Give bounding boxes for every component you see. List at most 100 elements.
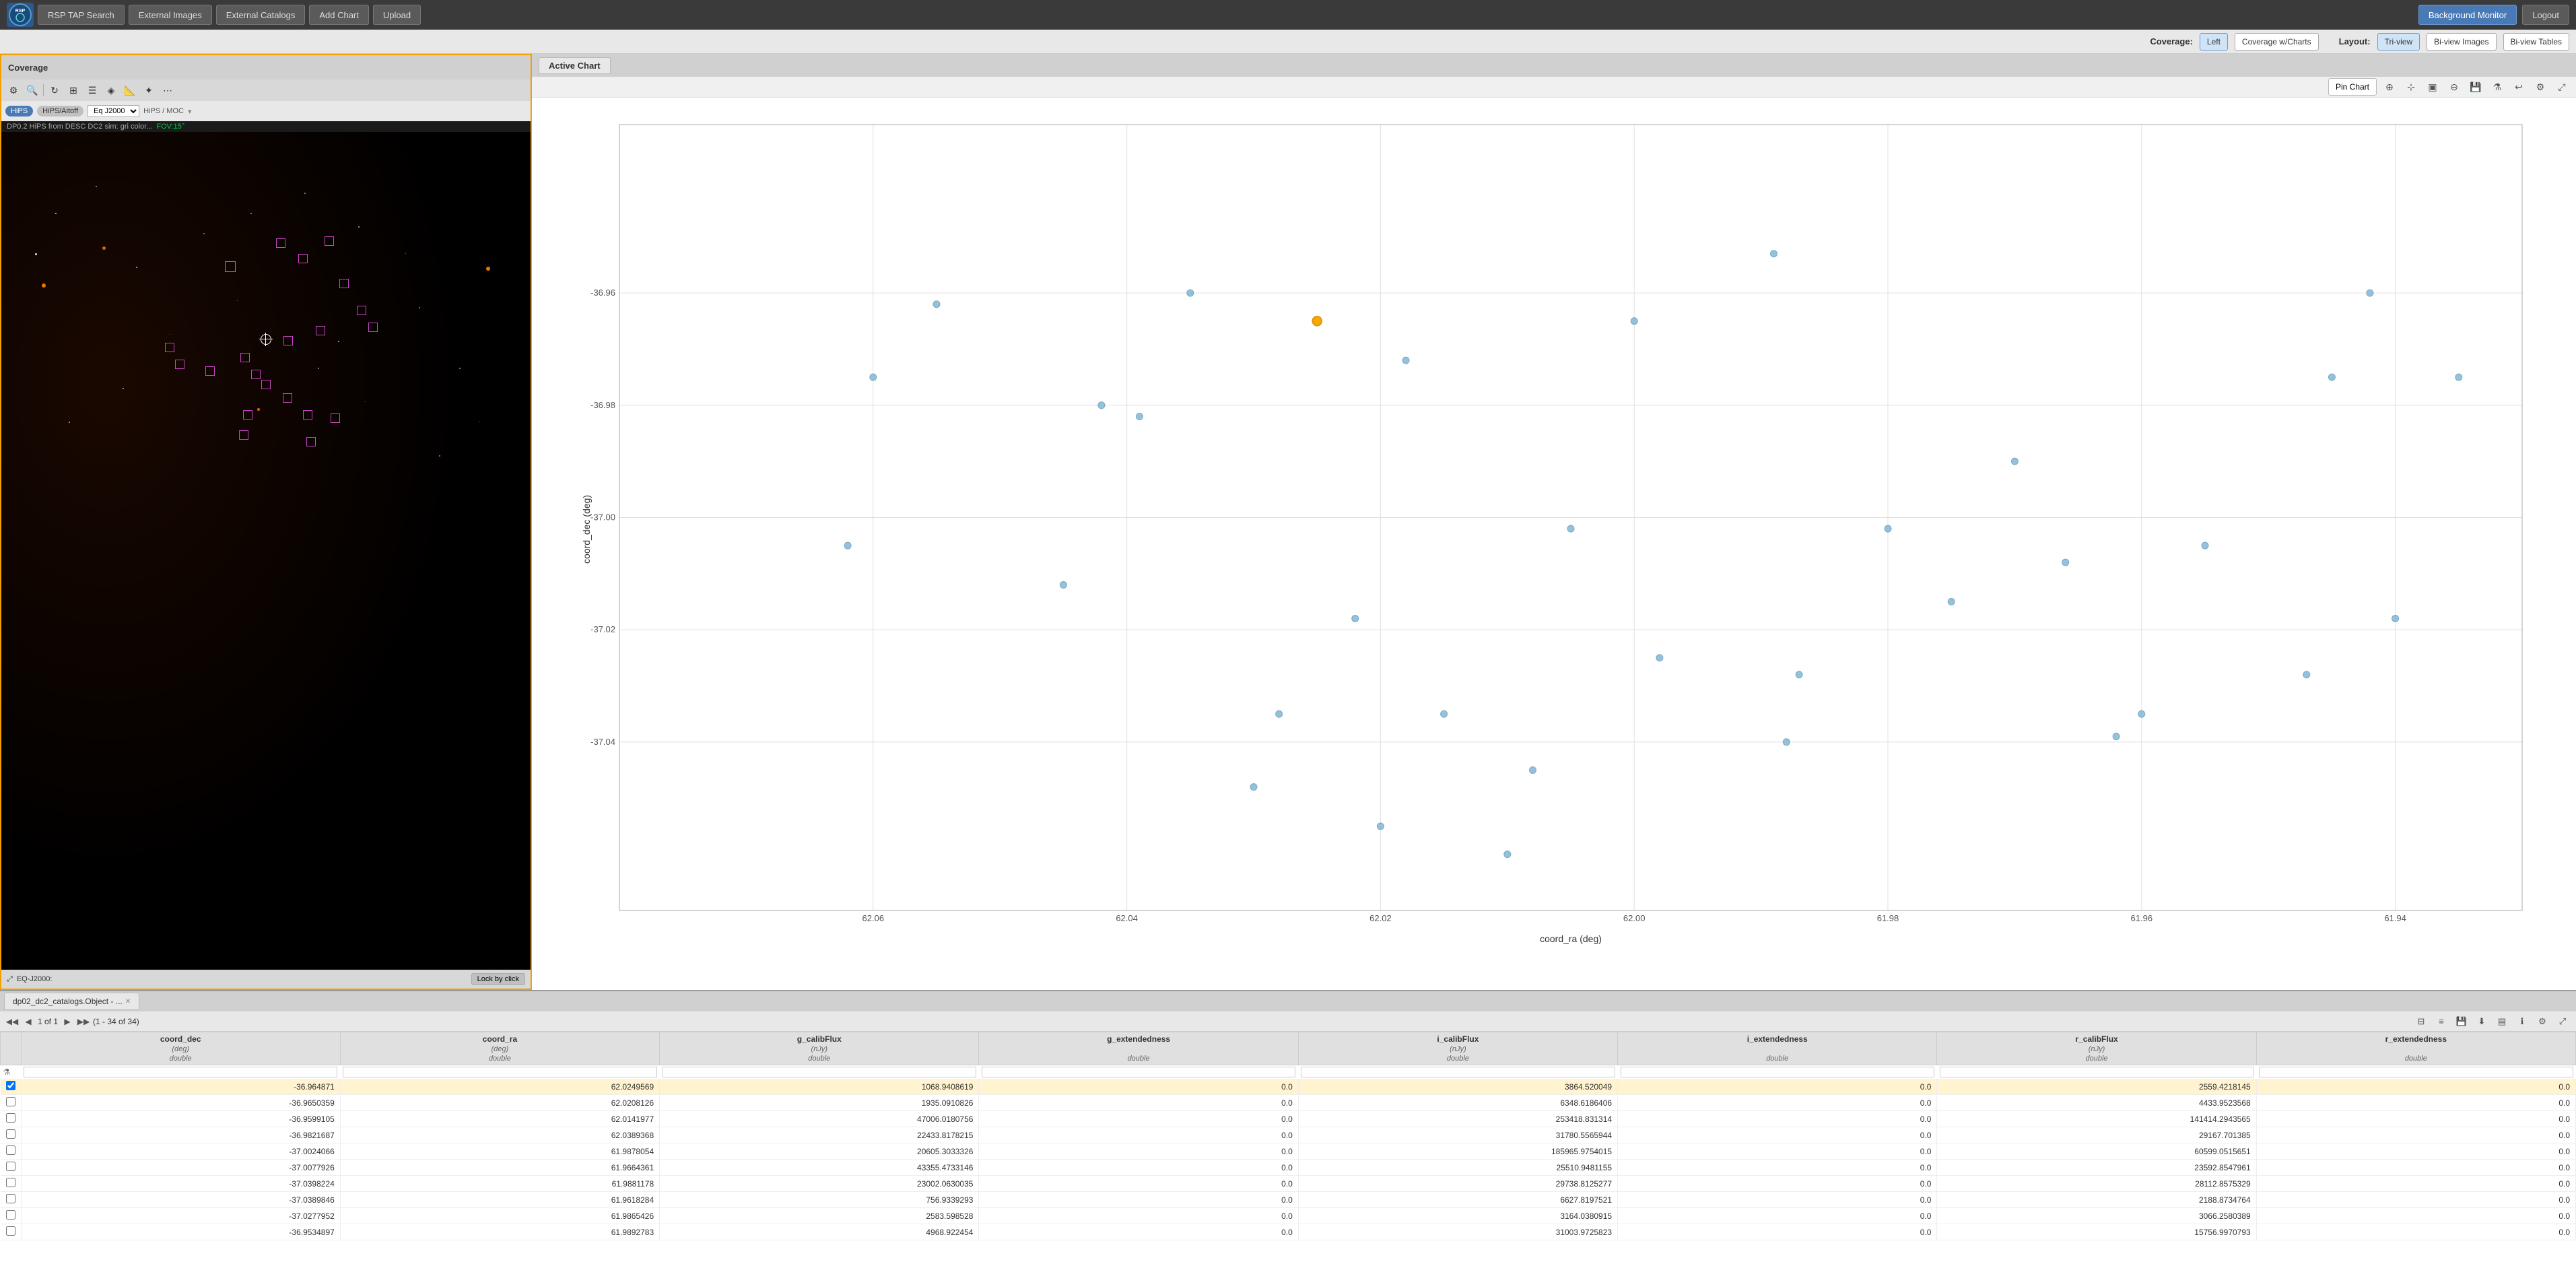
- last-page-button[interactable]: ▶▶: [77, 1015, 90, 1028]
- i-extendedness-header[interactable]: i_extendednessdouble: [1618, 1032, 1937, 1065]
- crop-icon[interactable]: ▣: [2424, 78, 2441, 96]
- table-row[interactable]: -36.9599105 62.0141977 47006.0180756 0.0…: [1, 1111, 2576, 1127]
- hips-toolbar: HiPS HiPS/Aitoff Eq J2000 HiPS / MOC ▾: [1, 101, 531, 121]
- row-checkbox[interactable]: [6, 1097, 15, 1106]
- coord-ra-header[interactable]: coord_ra(deg)double: [340, 1032, 659, 1065]
- app-logo: RSP: [7, 3, 34, 27]
- coord-display: EQ-J2000:: [17, 975, 53, 983]
- table-settings-icon[interactable]: ⚙: [2534, 1013, 2550, 1030]
- rsp-tap-search-button[interactable]: RSP TAP Search: [38, 5, 125, 25]
- crosshair-icon[interactable]: ⊹: [2402, 78, 2420, 96]
- coord-select[interactable]: Eq J2000: [88, 105, 139, 117]
- external-images-button[interactable]: External Images: [129, 5, 212, 25]
- table-filter-icon[interactable]: ⊟: [2413, 1013, 2429, 1030]
- wrench-icon-btn[interactable]: ⚙: [5, 82, 22, 98]
- top-toolbar: RSP RSP TAP Search External Images Exter…: [0, 0, 2576, 30]
- table-download-icon[interactable]: ⬇: [2474, 1013, 2490, 1030]
- table-tab-label: dp02_dc2_catalogs.Object - ...: [13, 997, 123, 1006]
- pin-chart-button[interactable]: Pin Chart: [2328, 78, 2377, 96]
- g-calibflux-header[interactable]: g_calibFlux(nJy)double: [660, 1032, 979, 1065]
- layout-biview-images-button[interactable]: Bi-view Images: [2427, 33, 2496, 51]
- table-save-icon[interactable]: 💾: [2453, 1013, 2470, 1030]
- r-calibflux-filter[interactable]: [1940, 1067, 2253, 1077]
- svg-text:coord_dec (deg): coord_dec (deg): [581, 495, 592, 564]
- table-row[interactable]: -36.9650359 62.0208126 1935.0910826 0.0 …: [1, 1095, 2576, 1111]
- row-checkbox[interactable]: [6, 1162, 15, 1171]
- row-checkbox[interactable]: [6, 1129, 15, 1139]
- i-ext-filter[interactable]: [1621, 1067, 1934, 1077]
- zoom-icon-btn[interactable]: 🔍: [24, 82, 40, 98]
- expand-chart-icon[interactable]: ⤢: [2553, 78, 2571, 96]
- row-checkbox[interactable]: [6, 1194, 15, 1203]
- svg-text:62.00: 62.00: [1623, 913, 1646, 923]
- table-info-icon[interactable]: ℹ: [2514, 1013, 2530, 1030]
- table-tab[interactable]: dp02_dc2_catalogs.Object - ... ✕: [4, 993, 139, 1010]
- more-icon-btn[interactable]: ⋯: [160, 82, 176, 98]
- table-row[interactable]: -37.0277952 61.9865426 2583.598528 0.0 3…: [1, 1208, 2576, 1224]
- row-checkbox[interactable]: [6, 1081, 15, 1090]
- table-tab-close[interactable]: ✕: [125, 998, 131, 1005]
- r-calibflux-header[interactable]: r_calibFlux(nJy)double: [1937, 1032, 2256, 1065]
- table-row[interactable]: -37.0077926 61.9664361 43355.4733146 0.0…: [1, 1160, 2576, 1176]
- svg-text:RSP: RSP: [15, 9, 26, 13]
- row-checkbox[interactable]: [6, 1210, 15, 1220]
- row-checkbox[interactable]: [6, 1226, 15, 1236]
- coverage-left-button[interactable]: Left: [2200, 33, 2228, 51]
- g-ext-filter[interactable]: [982, 1067, 1295, 1077]
- coord-dec-header[interactable]: coord_dec(deg)double: [21, 1032, 340, 1065]
- lock-by-click-button[interactable]: Lock by click: [471, 973, 525, 985]
- expand-icon[interactable]: ⤢: [7, 975, 13, 984]
- table-row[interactable]: -36.9821687 62.0389368 22433.8178215 0.0…: [1, 1127, 2576, 1143]
- table-row[interactable]: -36.9534897 61.9892783 4968.922454 0.0 3…: [1, 1224, 2576, 1240]
- layout-triview-button[interactable]: Tri-view: [2377, 33, 2420, 51]
- g-calibflux-filter[interactable]: [663, 1067, 976, 1077]
- add-chart-button[interactable]: Add Chart: [309, 5, 369, 25]
- settings-chart-icon[interactable]: ⚙: [2532, 78, 2549, 96]
- table-row[interactable]: -36.964871 62.0249569 1068.9408619 0.0 3…: [1, 1079, 2576, 1095]
- grid-icon-btn[interactable]: ⊞: [65, 82, 81, 98]
- hips-aitoff-button[interactable]: HiPS/Aitoff: [37, 106, 83, 116]
- first-page-button[interactable]: ◀◀: [5, 1015, 19, 1028]
- zoom-plus-icon[interactable]: ⊕: [2381, 78, 2398, 96]
- active-chart-tab[interactable]: Active Chart: [539, 57, 611, 74]
- i-calibflux-filter[interactable]: [1301, 1067, 1615, 1077]
- r-extendedness-header[interactable]: r_extendednessdouble: [2256, 1032, 2575, 1065]
- row-checkbox[interactable]: [6, 1178, 15, 1187]
- hips-button[interactable]: HiPS: [5, 106, 33, 116]
- table-row[interactable]: -37.0389846 61.9618284 756.9339293 0.0 6…: [1, 1192, 2576, 1208]
- chart-panel: Active Chart Pin Chart ⊕ ⊹ ▣ ⊖ 💾 ⚗ ↩ ⚙ ⤢…: [532, 54, 2576, 990]
- catalog-icon-btn[interactable]: ◈: [103, 82, 119, 98]
- row-checkbox[interactable]: [6, 1113, 15, 1123]
- table-expand-icon[interactable]: ⤢: [2554, 1013, 2571, 1030]
- save-icon[interactable]: 💾: [2467, 78, 2484, 96]
- table-column-icon[interactable]: ≡: [2433, 1013, 2449, 1030]
- sky-image-area[interactable]: [1, 132, 531, 970]
- second-toolbar: Coverage: Left Coverage w/Charts Layout:…: [0, 30, 2576, 54]
- table-row[interactable]: -37.0024066 61.9878054 20605.3033326 0.0…: [1, 1143, 2576, 1160]
- undo-icon[interactable]: ↩: [2510, 78, 2528, 96]
- svg-text:-37.00: -37.00: [590, 512, 615, 523]
- external-catalogs-button[interactable]: External Catalogs: [216, 5, 306, 25]
- i-calibflux-header[interactable]: i_calibFlux(nJy)double: [1298, 1032, 1617, 1065]
- prev-page-button[interactable]: ◀: [22, 1015, 35, 1028]
- measure-icon-btn[interactable]: 📐: [122, 82, 138, 98]
- table-text-icon[interactable]: ▤: [2494, 1013, 2510, 1030]
- upload-button[interactable]: Upload: [373, 5, 421, 25]
- row-checkbox[interactable]: [6, 1145, 15, 1155]
- g-extendedness-header[interactable]: g_extendednessdouble: [979, 1032, 1298, 1065]
- r-ext-filter[interactable]: [2259, 1067, 2573, 1077]
- layers-icon-btn[interactable]: ☰: [84, 82, 100, 98]
- next-page-button[interactable]: ▶: [61, 1015, 74, 1028]
- image-footer: ⤢ EQ-J2000: Lock by click: [1, 970, 531, 989]
- filter-chart-icon[interactable]: ⚗: [2488, 78, 2506, 96]
- logout-button[interactable]: Logout: [2522, 5, 2569, 25]
- zoom-minus-icon[interactable]: ⊖: [2445, 78, 2463, 96]
- table-row[interactable]: -37.0398224 61.9881178 23002.0630035 0.0…: [1, 1176, 2576, 1192]
- coverage-with-charts-button[interactable]: Coverage w/Charts: [2235, 33, 2319, 51]
- layout-biview-tables-button[interactable]: Bi-view Tables: [2503, 33, 2569, 51]
- marker-icon-btn[interactable]: ✦: [141, 82, 157, 98]
- rotate-icon-btn[interactable]: ↻: [46, 82, 63, 98]
- background-monitor-button[interactable]: Background Monitor: [2418, 5, 2517, 25]
- coord-ra-filter[interactable]: [343, 1067, 656, 1077]
- coord-dec-filter[interactable]: [24, 1067, 337, 1077]
